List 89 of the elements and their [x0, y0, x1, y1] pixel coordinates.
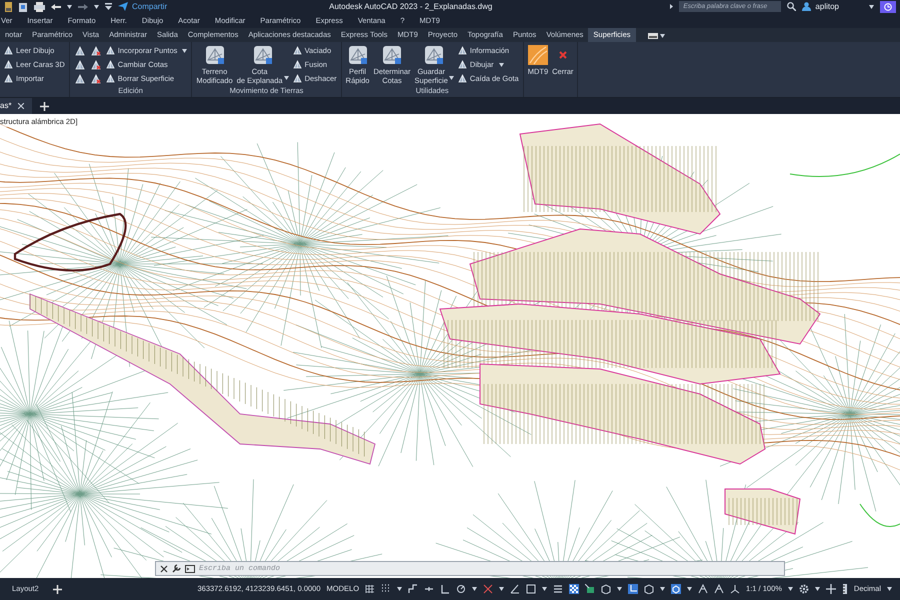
caret-icon — [887, 587, 892, 591]
mesh-delete-icon — [90, 74, 101, 84]
surface-icon — [424, 45, 444, 65]
caret-icon — [448, 76, 454, 80]
mesh-icon — [4, 60, 13, 69]
share-button[interactable]: Compartir — [118, 0, 168, 12]
caret-icon — [182, 48, 188, 52]
close-icon — [558, 51, 567, 59]
dot-grid-icon[interactable] — [381, 584, 392, 594]
caret-icon — [498, 62, 504, 66]
surface-icon — [204, 45, 225, 65]
tool-button[interactable] — [90, 45, 102, 56]
close-icon[interactable] — [160, 564, 168, 572]
close-icon — [18, 103, 24, 109]
caret-icon — [670, 4, 674, 9]
user-button[interactable]: aplitop — [802, 0, 839, 12]
mesh-icon — [292, 74, 302, 83]
person-icon — [802, 2, 812, 11]
caret-icon — [617, 587, 622, 591]
caret-icon — [687, 587, 692, 591]
caret-icon — [67, 4, 72, 8]
caret-icon — [472, 587, 478, 591]
dropdown-icon[interactable] — [105, 2, 112, 10]
logo-icon — [528, 45, 548, 65]
tool-button[interactable] — [90, 73, 102, 84]
mesh-delete-icon — [90, 46, 101, 56]
caret-icon — [814, 587, 820, 591]
terminal-icon[interactable] — [185, 564, 195, 572]
search-icon[interactable] — [787, 2, 796, 11]
caret-icon — [94, 4, 99, 8]
caret-icon — [284, 76, 289, 80]
square-icon[interactable] — [526, 584, 536, 594]
mesh-delete-icon — [90, 60, 101, 70]
clock-icon — [884, 2, 892, 10]
plus-icon[interactable] — [826, 584, 836, 594]
checker-icon[interactable] — [569, 584, 580, 594]
axis-icon[interactable] — [628, 584, 638, 594]
tool-button[interactable] — [90, 59, 102, 70]
mesh-icon — [74, 46, 85, 56]
angle-icon[interactable] — [440, 584, 450, 594]
mesh-icon — [74, 74, 85, 84]
mesh-icon — [292, 60, 302, 69]
mesh-icon — [458, 60, 467, 69]
file-tab[interactable]: as* — [0, 98, 32, 114]
file-icon[interactable] — [4, 2, 13, 12]
ortho-icon[interactable] — [424, 584, 434, 594]
settings-icon[interactable] — [798, 584, 809, 594]
mesh-icon — [74, 60, 85, 70]
open-file-icon[interactable] — [19, 2, 28, 12]
mesh-icon — [4, 74, 13, 83]
crosshair-icon[interactable] — [483, 584, 494, 594]
surface-icon — [382, 45, 402, 65]
panel-icon — [648, 33, 658, 39]
step-icon[interactable] — [408, 584, 418, 594]
mesh-icon — [458, 74, 467, 83]
caret-icon — [660, 34, 665, 38]
caret-icon — [788, 587, 793, 591]
surface-icon — [348, 45, 368, 65]
mesh-icon — [106, 46, 115, 55]
wrench-icon[interactable] — [172, 564, 181, 573]
mesh-icon — [4, 46, 13, 55]
tool-button[interactable] — [74, 45, 86, 56]
tool-button[interactable] — [74, 59, 86, 70]
caret-icon — [869, 4, 874, 8]
selection-icon[interactable] — [585, 584, 596, 594]
polar-icon[interactable] — [456, 584, 466, 594]
caret-icon — [499, 587, 504, 591]
clock-button[interactable] — [880, 0, 896, 12]
plus-icon[interactable] — [52, 584, 62, 594]
tool-button[interactable] — [74, 73, 86, 84]
mesh-icon — [106, 60, 115, 69]
grid-icon[interactable] — [365, 584, 376, 594]
ribbon-minimize-button[interactable] — [648, 33, 665, 39]
undo-icon[interactable] — [51, 2, 61, 10]
angle-icon[interactable] — [510, 584, 520, 594]
lines-icon[interactable] — [553, 584, 564, 594]
mesh-icon — [292, 46, 302, 55]
paper-plane-icon — [118, 2, 128, 11]
caret-icon — [397, 587, 402, 591]
mesh-icon — [106, 74, 115, 83]
caret-icon — [542, 587, 548, 591]
caret-icon — [660, 587, 666, 591]
mesh-icon — [458, 46, 467, 55]
ruler-icon[interactable] — [842, 584, 848, 594]
redo-icon[interactable] — [78, 2, 88, 10]
printer-icon[interactable] — [34, 2, 45, 12]
plus-icon[interactable] — [40, 102, 49, 110]
window-title: Autodesk AutoCAD 2023 - 2_Explanadas.dwg — [329, 0, 492, 12]
surface-icon — [252, 45, 273, 65]
